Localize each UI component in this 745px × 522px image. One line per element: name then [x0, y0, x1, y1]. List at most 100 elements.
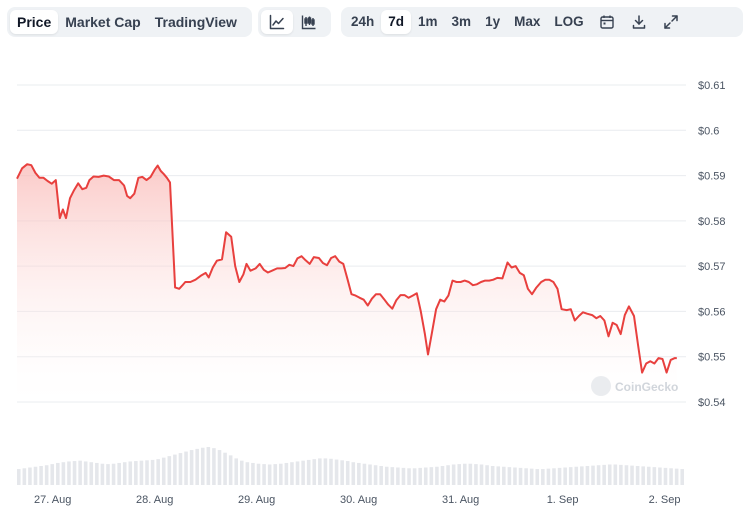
volume-bar	[67, 461, 71, 485]
volume-bar	[663, 467, 668, 485]
y-axis: $0.54 $0.55 $0.56 $0.57 $0.58 $0.59 $0.6 $0.61	[698, 80, 726, 409]
volume-bar	[423, 467, 428, 485]
volume-bar	[529, 468, 534, 485]
volume-bar	[351, 462, 356, 485]
volume-bar	[340, 460, 344, 485]
watermark-text: CoinGecko	[615, 380, 678, 394]
volume-bar	[111, 463, 116, 485]
volume-bar	[674, 468, 679, 485]
volume-bar	[658, 467, 662, 485]
volume-bar	[580, 466, 584, 485]
volume-bar	[641, 466, 645, 485]
volume-bar	[312, 459, 317, 485]
volume-bar	[429, 467, 434, 485]
volume-bar	[145, 460, 149, 485]
volume-bar	[50, 464, 55, 485]
volume-bar	[22, 468, 27, 485]
volume-bar	[490, 466, 495, 485]
volume-bar	[178, 453, 183, 485]
x-axis: 27. Aug 28. Aug 29. Aug 30. Aug 31. Aug 1. Se…	[34, 494, 680, 506]
volume-bar	[524, 468, 528, 485]
volume-bar	[306, 459, 311, 485]
volume-bar	[401, 467, 406, 485]
volume-bar	[139, 460, 144, 485]
price-chart[interactable]: $0.54$0.55$0.56$0.57$0.58$0.59$0.6$0.61 …	[0, 0, 745, 522]
volume-bar	[535, 469, 540, 485]
volume-bar	[173, 454, 177, 485]
volume-bar	[585, 466, 590, 485]
volume-bar	[295, 461, 300, 485]
volume-bar	[435, 466, 439, 485]
volume-bar	[150, 459, 155, 485]
volume-bar	[39, 466, 43, 485]
volume-bar	[256, 463, 261, 485]
volume-bar	[223, 452, 227, 485]
volume-bar	[251, 462, 255, 485]
volume-bar	[407, 468, 411, 485]
volume-bar	[161, 457, 166, 485]
volume-bar	[17, 469, 21, 485]
y-tick-label: $0.59	[698, 171, 726, 183]
volume-bar	[368, 464, 372, 485]
volume-bar	[379, 466, 383, 485]
volume-bar	[479, 464, 484, 485]
volume-bar	[440, 466, 445, 485]
x-tick-label: 29. Aug	[238, 494, 275, 506]
volume-bar	[28, 467, 32, 485]
volume-bar	[457, 464, 461, 485]
volume-bar	[301, 460, 305, 485]
volume-bar	[184, 451, 188, 485]
volume-bar	[362, 463, 367, 485]
y-tick-label: $0.55	[698, 352, 726, 364]
volume-bar	[568, 467, 573, 485]
volume-bar	[117, 462, 121, 485]
volume-bar	[446, 465, 450, 485]
volume-bar	[591, 465, 595, 485]
volume-bar	[128, 461, 133, 485]
volume-bar	[262, 464, 266, 485]
volume-bar	[463, 463, 467, 485]
volume-bar	[279, 463, 283, 485]
volume-bar	[206, 447, 211, 485]
volume-bar	[167, 456, 172, 485]
volume-bar	[89, 462, 94, 485]
x-tick-label: 30. Aug	[340, 494, 377, 506]
y-tick-label: $0.56	[698, 306, 726, 318]
volume-bar	[412, 468, 417, 485]
volume-bar	[552, 468, 556, 485]
volume-bar	[546, 468, 551, 485]
volume-bar	[245, 462, 250, 485]
volume-bar	[502, 466, 506, 485]
volume-bar	[240, 460, 244, 485]
volume-bar	[680, 469, 684, 485]
volume-bar	[345, 461, 350, 485]
volume-bar	[212, 448, 216, 485]
volume-bar	[323, 458, 328, 485]
volume-bar	[189, 450, 194, 485]
volume-bar	[200, 447, 205, 485]
volume-bar	[390, 467, 395, 485]
volume-bar	[513, 467, 517, 485]
volume-bar	[234, 458, 238, 485]
volume-bar	[290, 462, 294, 485]
volume-bar	[451, 464, 456, 485]
volume-bar	[557, 467, 562, 485]
y-tick-label: $0.61	[698, 80, 726, 92]
volume-bar	[33, 466, 38, 485]
volume-bar	[485, 465, 489, 485]
x-tick-label: 31. Aug	[442, 494, 479, 506]
volume-bar	[607, 464, 612, 485]
volume-bar	[518, 467, 523, 485]
volume-bar	[83, 461, 88, 485]
volume-bar	[267, 464, 272, 485]
volume-bar	[44, 465, 49, 485]
volume-bar	[613, 464, 618, 485]
volume-bar	[541, 469, 545, 485]
volume-bar	[106, 464, 110, 485]
volume-bars	[17, 447, 684, 485]
volume-bar	[602, 464, 606, 485]
volume-bar	[228, 455, 233, 485]
volume-bar	[624, 465, 629, 485]
volume-bar	[195, 448, 199, 485]
x-tick-label: 2. Sep	[649, 494, 681, 506]
